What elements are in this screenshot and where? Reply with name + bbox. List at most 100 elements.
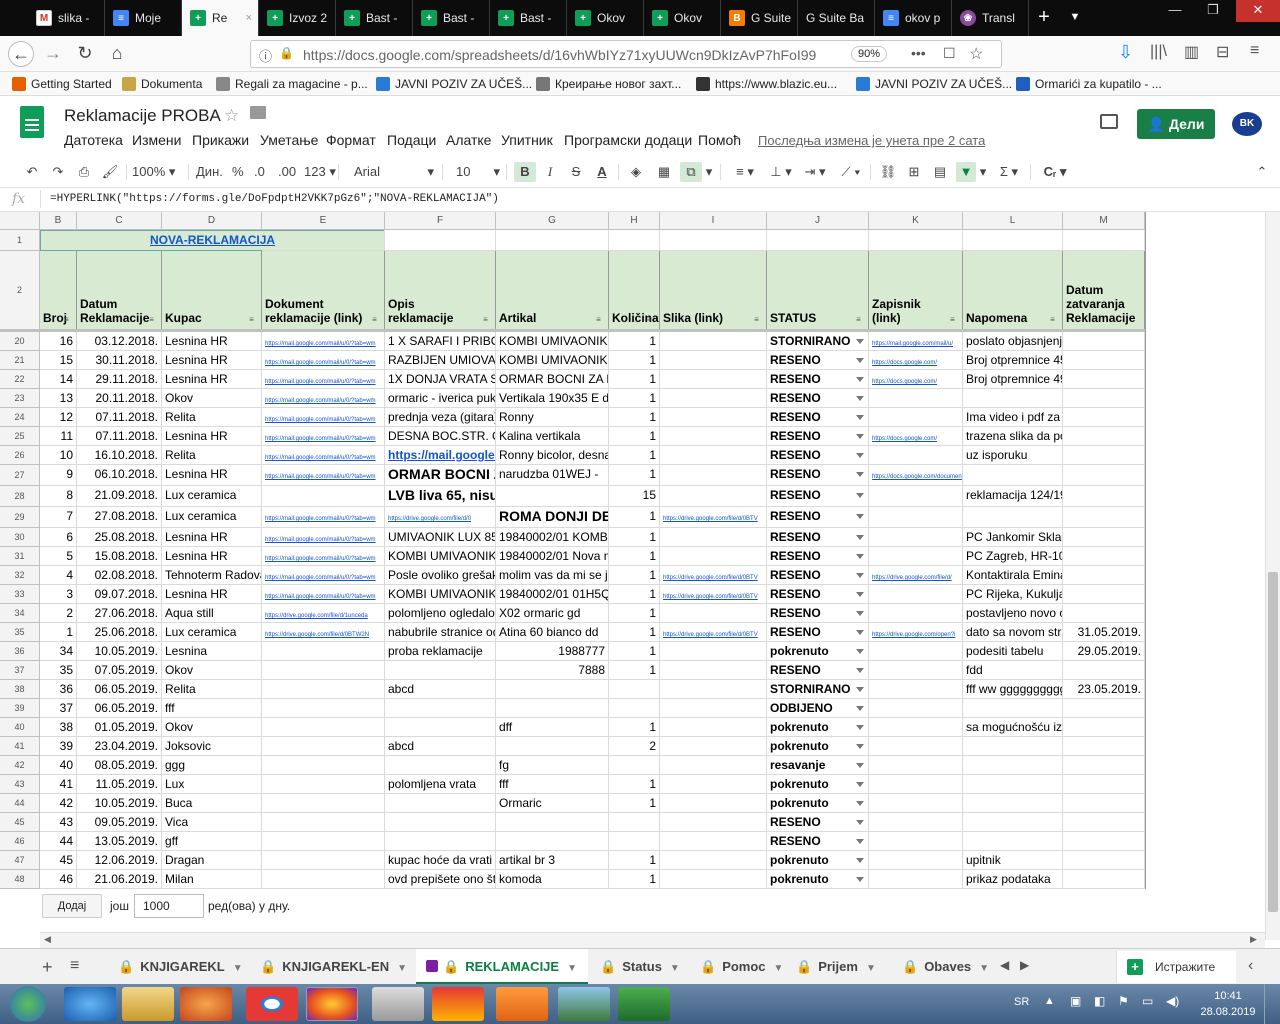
cell-l[interactable]: dato sa novom stra (963, 623, 1063, 642)
cell-l[interactable] (963, 813, 1063, 832)
column-header[interactable]: D (162, 212, 262, 230)
horizontal-scrollbar[interactable]: ◀ ▶ (40, 932, 1265, 948)
cell-m[interactable] (1063, 851, 1145, 870)
insert-link-icon[interactable]: ⛓ (878, 162, 898, 182)
row-header[interactable]: 21 (0, 351, 40, 370)
cell-b[interactable]: 34 (40, 642, 77, 661)
calculator-icon[interactable] (372, 987, 424, 1021)
tab-list-icon[interactable]: ▼ (1062, 0, 1088, 36)
cell-c[interactable]: 12.06.2019. (77, 851, 162, 870)
row-header[interactable]: 41 (0, 737, 40, 756)
cell-m[interactable] (1063, 794, 1145, 813)
cell-i[interactable] (660, 870, 767, 889)
cell-l[interactable]: postavljeno novo ogledalo (963, 604, 1063, 623)
cell-l[interactable] (963, 389, 1063, 408)
cell-k[interactable] (869, 699, 963, 718)
cell-e[interactable] (262, 851, 385, 870)
grid-corner[interactable] (0, 212, 40, 230)
cell[interactable] (660, 230, 767, 251)
cell-e[interactable] (262, 680, 385, 699)
cell-k[interactable]: https://docs.google.com/ (869, 351, 963, 370)
filter-icon[interactable]: ≡ (852, 315, 865, 325)
cell-g[interactable]: fg (496, 756, 609, 775)
cell-h[interactable]: 1 (609, 465, 660, 486)
cell-i[interactable] (660, 465, 767, 486)
cell-f[interactable] (385, 813, 496, 832)
cell-g[interactable]: artikal br 3 (496, 851, 609, 870)
horizontal-align-icon[interactable]: ≡ ▾ (732, 162, 758, 182)
cell-j[interactable]: pokrenuto (767, 642, 869, 661)
cell-i[interactable]: https://drive.google.com/file/d/0BTV (660, 507, 767, 528)
cell-j[interactable]: RESENO (767, 370, 869, 389)
row-header[interactable]: 26 (0, 446, 40, 465)
cell-k[interactable] (869, 585, 963, 604)
cell-l[interactable]: Broj otpremnice 49 DA 15.10.18 (963, 370, 1063, 389)
back-button[interactable]: ← (8, 41, 34, 67)
cell-d[interactable]: Relita (162, 446, 262, 465)
cell[interactable] (1063, 230, 1145, 251)
insert-chart-icon[interactable]: ▤ (930, 162, 950, 182)
filter-icon[interactable]: ≡ (479, 315, 492, 325)
cell-k[interactable]: https://drive.google.com/open?i (869, 623, 963, 642)
cell-i[interactable] (660, 813, 767, 832)
row-header[interactable]: 37 (0, 661, 40, 680)
filter-icon[interactable]: ≡ (592, 315, 605, 325)
cell-d[interactable]: Okov (162, 661, 262, 680)
cell-k[interactable] (869, 851, 963, 870)
cell-f[interactable]: Posle ovoliko grešaka (385, 566, 496, 585)
cell-h[interactable]: 1 (609, 370, 660, 389)
cell-c[interactable]: 29.11.2018. (77, 370, 162, 389)
cell-b[interactable]: 3 (40, 585, 77, 604)
column-title[interactable]: Broj ≡ (40, 251, 77, 330)
cell-k[interactable]: https://docs.google.com/ (869, 370, 963, 389)
cell-f[interactable]: KOMBI UMIVAONIK (385, 585, 496, 604)
cell-k[interactable] (869, 507, 963, 528)
cell-m[interactable] (1063, 566, 1145, 585)
browser-tab[interactable]: ≡ okov p (875, 0, 952, 36)
cell-c[interactable]: 21.09.2018. (77, 486, 162, 507)
tab-dropdown-icon[interactable]: ▼ (233, 963, 243, 974)
pdf-app-icon[interactable] (496, 987, 548, 1021)
cell-m[interactable] (1063, 756, 1145, 775)
cell[interactable] (262, 230, 385, 251)
browser-tab[interactable]: Mslika - (28, 0, 105, 36)
cell-m[interactable]: 31.05.2019. (1063, 623, 1145, 642)
cell-l[interactable]: upitnik (963, 851, 1063, 870)
cell-j[interactable]: pokrenuto (767, 737, 869, 756)
cell-c[interactable]: 25.08.2018. (77, 528, 162, 547)
row-header[interactable]: 32 (0, 566, 40, 585)
cell-m[interactable] (1063, 427, 1145, 446)
cell-m[interactable]: 23.05.2019. (1063, 680, 1145, 699)
row-header[interactable]: 20 (0, 332, 40, 351)
cell-c[interactable]: 07.05.2019. (77, 661, 162, 680)
cell-f[interactable]: polomljena vrata (385, 775, 496, 794)
browser-tab[interactable]: G Suite Ba (798, 0, 875, 36)
cell-h[interactable]: 1 (609, 870, 660, 889)
cell-f[interactable]: prednja veza (gitara) (385, 408, 496, 427)
cell-e[interactable] (262, 486, 385, 507)
bookmark-item[interactable]: JAVNI POZIV ZA UČEŠ... (376, 76, 532, 92)
cell-c[interactable]: 10.05.2019. (77, 642, 162, 661)
cell-b[interactable]: 35 (40, 661, 77, 680)
info-icon[interactable]: ⓘ (259, 46, 272, 65)
cell-i[interactable] (660, 604, 767, 623)
cell-f[interactable]: polomljeno ogledalo (385, 604, 496, 623)
status-dropdown-icon[interactable] (856, 611, 864, 616)
file-explorer-icon[interactable] (122, 987, 174, 1021)
tab-dropdown-icon[interactable]: ▼ (670, 963, 680, 974)
cell-i[interactable] (660, 332, 767, 351)
cell-e[interactable] (262, 718, 385, 737)
cell-g[interactable]: Kalina vertikala (496, 427, 609, 446)
status-dropdown-icon[interactable] (856, 877, 864, 882)
cell-j[interactable]: RESENO (767, 408, 869, 427)
cell-k[interactable] (869, 680, 963, 699)
start-button-icon[interactable] (10, 986, 46, 1022)
cell-g[interactable]: ORMAR BOCNI ZA K (496, 370, 609, 389)
row-header[interactable]: 47 (0, 851, 40, 870)
cell-d[interactable]: Lesnina HR (162, 370, 262, 389)
cell-f[interactable] (385, 718, 496, 737)
text-rotate-icon[interactable]: ⟋ ▾ (838, 162, 864, 182)
cell-d[interactable]: Relita (162, 680, 262, 699)
cell-g[interactable]: Ronny bicolor, desna (496, 446, 609, 465)
cell-l[interactable]: prikaz podataka (963, 870, 1063, 889)
